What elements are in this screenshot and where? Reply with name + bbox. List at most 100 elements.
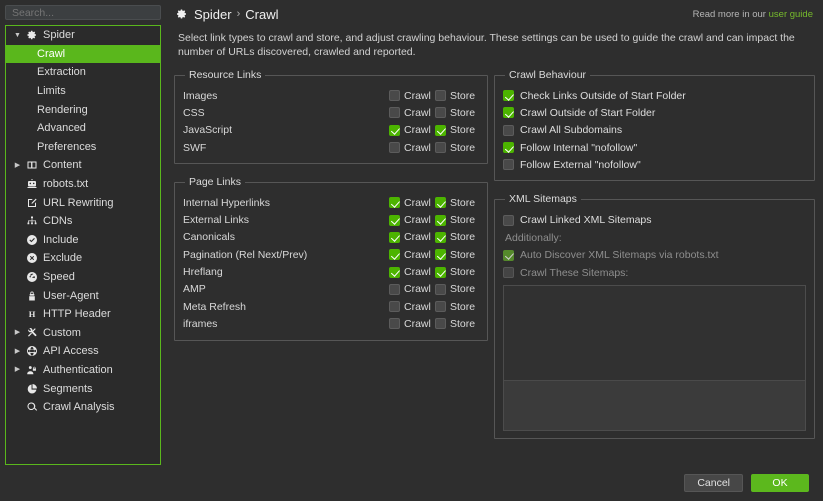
store-checkbox[interactable] <box>435 318 446 329</box>
store-checkbox-group[interactable]: Store <box>435 231 479 243</box>
sidebar-item-http-header[interactable]: HHTTP Header <box>6 305 160 324</box>
crawl-checkbox-group[interactable]: Crawl <box>389 283 435 295</box>
sidebar-item-cdns[interactable]: CDNs <box>6 212 160 231</box>
chevron-down-icon[interactable]: ▼ <box>12 32 23 39</box>
sidebar-item-exclude[interactable]: Exclude <box>6 249 160 268</box>
crawl-checkbox[interactable] <box>389 215 400 226</box>
crawl-checkbox-group[interactable]: Crawl <box>389 214 435 226</box>
crawl-checkbox-group[interactable]: Crawl <box>389 301 435 313</box>
crawl-checkbox[interactable] <box>389 284 400 295</box>
store-checkbox-group[interactable]: Store <box>435 107 479 119</box>
sidebar-item-spider[interactable]: ▼Spider <box>6 26 160 45</box>
store-checkbox-group[interactable]: Store <box>435 214 479 226</box>
crawl-checkbox-group[interactable]: Crawl <box>389 197 435 209</box>
chevron-right-icon[interactable]: ▶ <box>12 366 23 373</box>
crawl-checkbox-group[interactable]: Crawl <box>389 318 435 330</box>
store-checkbox[interactable] <box>435 284 446 295</box>
sidebar-item-robots-txt[interactable]: robots.txt <box>6 175 160 194</box>
breadcrumb-separator: › <box>237 8 241 20</box>
crawl-checkbox-group[interactable]: Crawl <box>389 124 435 136</box>
crawl-behaviour-label: Crawl All Subdomains <box>520 124 622 136</box>
crawl-checkbox-group[interactable]: Crawl <box>389 142 435 154</box>
crawl-checkbox-group[interactable]: Crawl <box>389 249 435 261</box>
crawl-behaviour-checkbox[interactable] <box>503 142 514 153</box>
sidebar-item-rendering[interactable]: Rendering <box>6 100 160 119</box>
crawl-checkbox-group[interactable]: Crawl <box>389 107 435 119</box>
chevron-right-icon[interactable]: ▶ <box>12 348 23 355</box>
crawl-checkbox[interactable] <box>389 125 400 136</box>
sitemap-list-box[interactable] <box>503 285 806 431</box>
sidebar-item-label: robots.txt <box>40 178 88 190</box>
chevron-right-icon[interactable]: ▶ <box>12 329 23 336</box>
crawl-checkbox[interactable] <box>389 232 400 243</box>
sidebar-item-advanced[interactable]: Advanced <box>6 119 160 138</box>
link-type-row: AMPCrawlStore <box>183 281 479 298</box>
crawl-checkbox-group[interactable]: Crawl <box>389 231 435 243</box>
store-checkbox[interactable] <box>435 267 446 278</box>
crawl-behaviour-option[interactable]: Follow Internal "nofollow" <box>503 139 806 156</box>
crawl-linked-xml-sitemaps-label: Crawl Linked XML Sitemaps <box>520 214 652 226</box>
sidebar-item-crawl-analysis[interactable]: Crawl Analysis <box>6 398 160 417</box>
sidebar-item-extraction[interactable]: Extraction <box>6 63 160 82</box>
store-checkbox-group[interactable]: Store <box>435 124 479 136</box>
cancel-button[interactable]: Cancel <box>684 474 743 492</box>
sidebar-item-include[interactable]: Include <box>6 231 160 250</box>
store-checkbox[interactable] <box>435 301 446 312</box>
sidebar-item-limits[interactable]: Limits <box>6 82 160 101</box>
crawl-checkbox[interactable] <box>389 267 400 278</box>
crawl-behaviour-checkbox[interactable] <box>503 90 514 101</box>
crawl-behaviour-option[interactable]: Crawl Outside of Start Folder <box>503 104 806 121</box>
chevron-right-icon[interactable]: ▶ <box>12 162 23 169</box>
crawl-linked-xml-sitemaps-option[interactable]: Crawl Linked XML Sitemaps <box>503 211 806 228</box>
crawl-checkbox[interactable] <box>389 301 400 312</box>
sidebar-item-authentication[interactable]: ▶Authentication <box>6 361 160 380</box>
crawl-checkbox-group[interactable]: Crawl <box>389 266 435 278</box>
store-checkbox-group[interactable]: Store <box>435 90 479 102</box>
store-checkbox-group[interactable]: Store <box>435 318 479 330</box>
crawl-checkbox[interactable] <box>389 197 400 208</box>
store-checkbox-group[interactable]: Store <box>435 266 479 278</box>
crawl-behaviour-option[interactable]: Follow External "nofollow" <box>503 156 806 173</box>
sidebar-item-segments[interactable]: Segments <box>6 379 160 398</box>
crawl-checkbox[interactable] <box>389 107 400 118</box>
sidebar-item-content[interactable]: ▶Content <box>6 156 160 175</box>
crawl-checkbox-group[interactable]: Crawl <box>389 90 435 102</box>
sidebar-item-url-rewriting[interactable]: URL Rewriting <box>6 193 160 212</box>
crawl-linked-xml-sitemaps-checkbox[interactable] <box>503 215 514 226</box>
crawl-behaviour-checkbox[interactable] <box>503 107 514 118</box>
store-checkbox[interactable] <box>435 197 446 208</box>
breadcrumb-root[interactable]: Spider <box>194 7 232 22</box>
globe-icon <box>23 345 40 357</box>
store-checkbox[interactable] <box>435 142 446 153</box>
search-input[interactable] <box>5 5 161 20</box>
settings-tree[interactable]: ▼SpiderCrawlExtractionLimitsRenderingAdv… <box>5 25 161 465</box>
store-checkbox[interactable] <box>435 107 446 118</box>
crawl-checkbox[interactable] <box>389 90 400 101</box>
crawl-behaviour-option[interactable]: Check Links Outside of Start Folder <box>503 87 806 104</box>
user-guide-link[interactable]: user guide <box>769 9 813 20</box>
crawl-behaviour-option[interactable]: Crawl All Subdomains <box>503 122 806 139</box>
crawl-behaviour-checkbox[interactable] <box>503 159 514 170</box>
store-checkbox-group[interactable]: Store <box>435 301 479 313</box>
sidebar-item-speed[interactable]: Speed <box>6 268 160 287</box>
crawl-label: Crawl <box>404 283 431 295</box>
crawl-checkbox[interactable] <box>389 249 400 260</box>
store-checkbox-group[interactable]: Store <box>435 283 479 295</box>
sidebar-item-custom[interactable]: ▶Custom <box>6 324 160 343</box>
ok-button[interactable]: OK <box>751 474 809 492</box>
sidebar-item-api-access[interactable]: ▶API Access <box>6 342 160 361</box>
store-checkbox-group[interactable]: Store <box>435 197 479 209</box>
sidebar-item-crawl[interactable]: Crawl <box>6 45 160 64</box>
sidebar-item-preferences[interactable]: Preferences <box>6 138 160 157</box>
store-checkbox[interactable] <box>435 90 446 101</box>
store-checkbox-group[interactable]: Store <box>435 249 479 261</box>
crawl-behaviour-checkbox[interactable] <box>503 125 514 136</box>
store-checkbox[interactable] <box>435 125 446 136</box>
store-checkbox[interactable] <box>435 232 446 243</box>
crawl-checkbox[interactable] <box>389 142 400 153</box>
store-checkbox[interactable] <box>435 215 446 226</box>
sidebar-item-user-agent[interactable]: User-Agent <box>6 286 160 305</box>
crawl-checkbox[interactable] <box>389 318 400 329</box>
store-checkbox-group[interactable]: Store <box>435 142 479 154</box>
store-checkbox[interactable] <box>435 249 446 260</box>
